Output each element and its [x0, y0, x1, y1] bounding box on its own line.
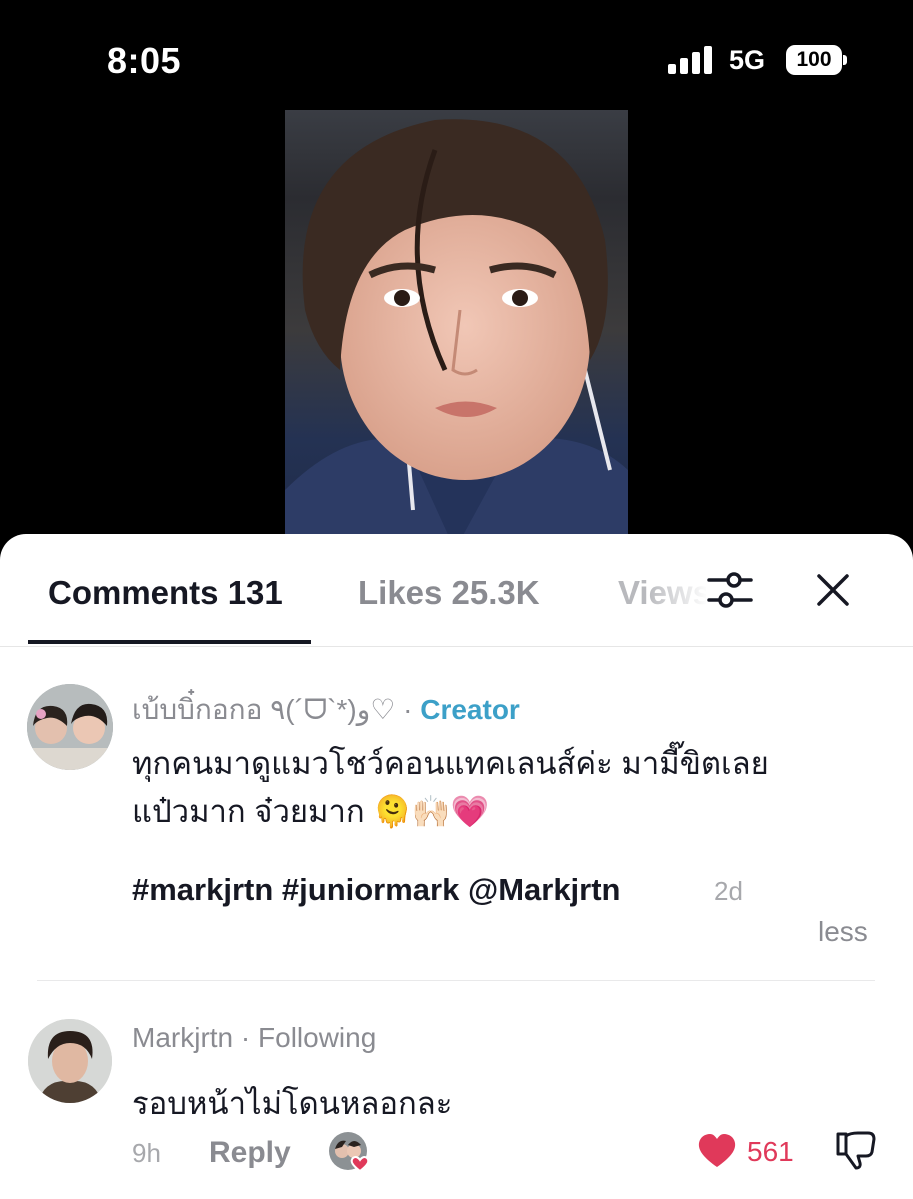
battery-level: 100 [786, 45, 842, 75]
like-count: 561 [747, 1136, 794, 1167]
avatar[interactable] [28, 1019, 112, 1103]
creator-badge: Creator [420, 694, 520, 725]
comment-time: 9h [132, 1138, 161, 1168]
following-label: Following [258, 1022, 377, 1053]
close-icon[interactable] [815, 572, 851, 608]
comment-header: Markjrtn · Following [132, 1022, 376, 1054]
network-type: 5G [729, 45, 766, 75]
comment-header: เบ้บบิ๋กอกอ ٩(´ᗜ`*)و♡ · Creator [132, 688, 520, 732]
comment-text-line1: ทุกคนมาดูแมวโชว์คอนแทคเลนส์ค่ะ มามี๊ขิตเ… [132, 746, 769, 781]
comment-text: รอบหน้าไม่โดนหลอกละ [132, 1086, 453, 1121]
status-time: 8:05 [107, 40, 182, 81]
avatar-image [27, 684, 113, 770]
cellular-signal-icon [668, 46, 712, 74]
video-preview[interactable] [285, 110, 628, 550]
comment-time: 2d [714, 876, 743, 906]
comment-username[interactable]: เบ้บบิ๋กอกอ ٩(´ᗜ`*)و♡ [132, 694, 395, 725]
comment-divider [37, 980, 875, 981]
reply-button[interactable]: Reply [209, 1136, 291, 1170]
comment-hashtags[interactable]: #markjrtn #juniormark @Markjrtn [132, 872, 621, 908]
video-frame-image [285, 119, 628, 550]
filter-sliders-icon[interactable] [707, 570, 753, 610]
status-bar: 8:05 5G 100 [0, 0, 913, 110]
creator-liked-icon [329, 1132, 370, 1173]
comment-text-line2: แป๋วมาก จ๋วยมาก 🫠🙌🏻💗 [132, 794, 490, 829]
thumbs-down-icon[interactable] [834, 1130, 878, 1170]
battery-icon: 100 [786, 45, 848, 75]
heart-icon[interactable] [697, 1133, 737, 1169]
tab-comments[interactable]: Comments 131 [48, 574, 283, 612]
avatar-image [28, 1019, 112, 1103]
less-button[interactable]: less [818, 916, 868, 948]
comment-username[interactable]: Markjrtn [132, 1022, 233, 1053]
tab-likes[interactable]: Likes 25.3K [358, 574, 540, 612]
separator-dot: · [240, 1022, 251, 1053]
separator-dot: · [403, 694, 413, 725]
tab-bar: Comments 131 Likes 25.3K Views [0, 534, 913, 647]
active-tab-indicator [28, 640, 311, 644]
avatar[interactable] [27, 684, 113, 770]
